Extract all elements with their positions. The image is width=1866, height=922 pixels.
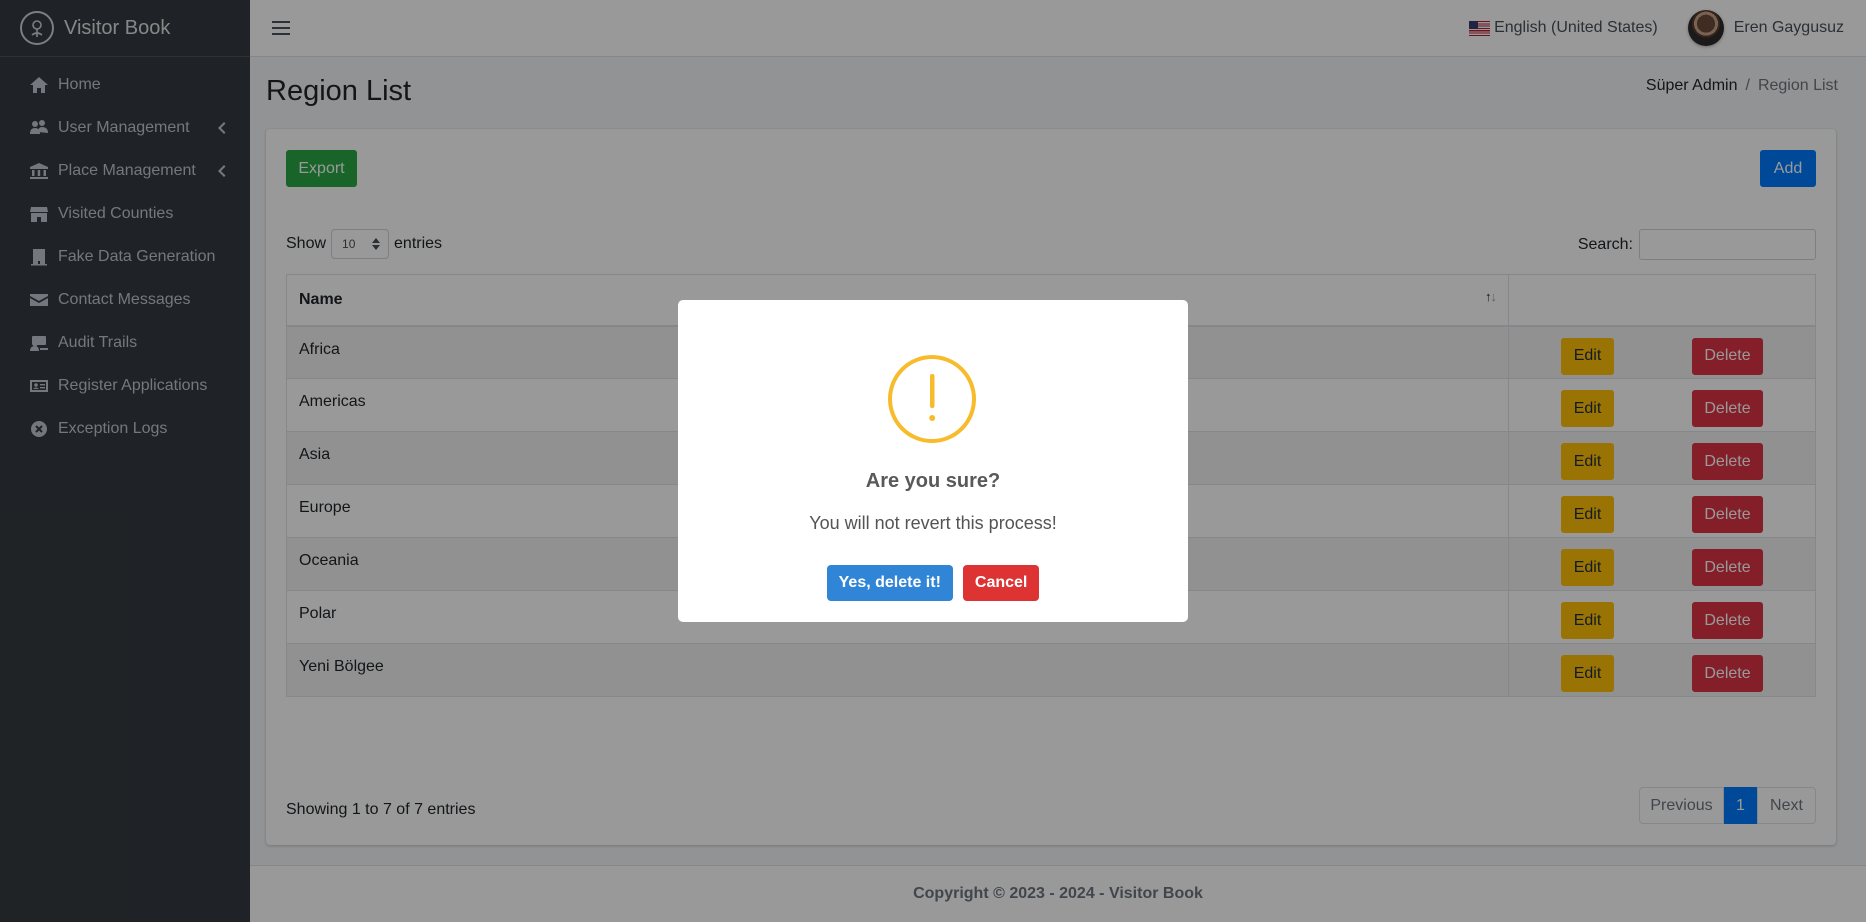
dialog-actions: Yes, delete it! Cancel xyxy=(678,565,1188,601)
cancel-button[interactable]: Cancel xyxy=(962,565,1040,601)
confirm-delete-button[interactable]: Yes, delete it! xyxy=(826,565,953,601)
warning-icon xyxy=(888,355,976,443)
confirm-dialog: Are you sure? You will not revert this p… xyxy=(678,300,1188,622)
dialog-title: Are you sure? xyxy=(865,470,1001,492)
modal-overlay[interactable]: Are you sure? You will not revert this p… xyxy=(0,0,1866,922)
dialog-text: You will not revert this process! xyxy=(809,513,1057,533)
